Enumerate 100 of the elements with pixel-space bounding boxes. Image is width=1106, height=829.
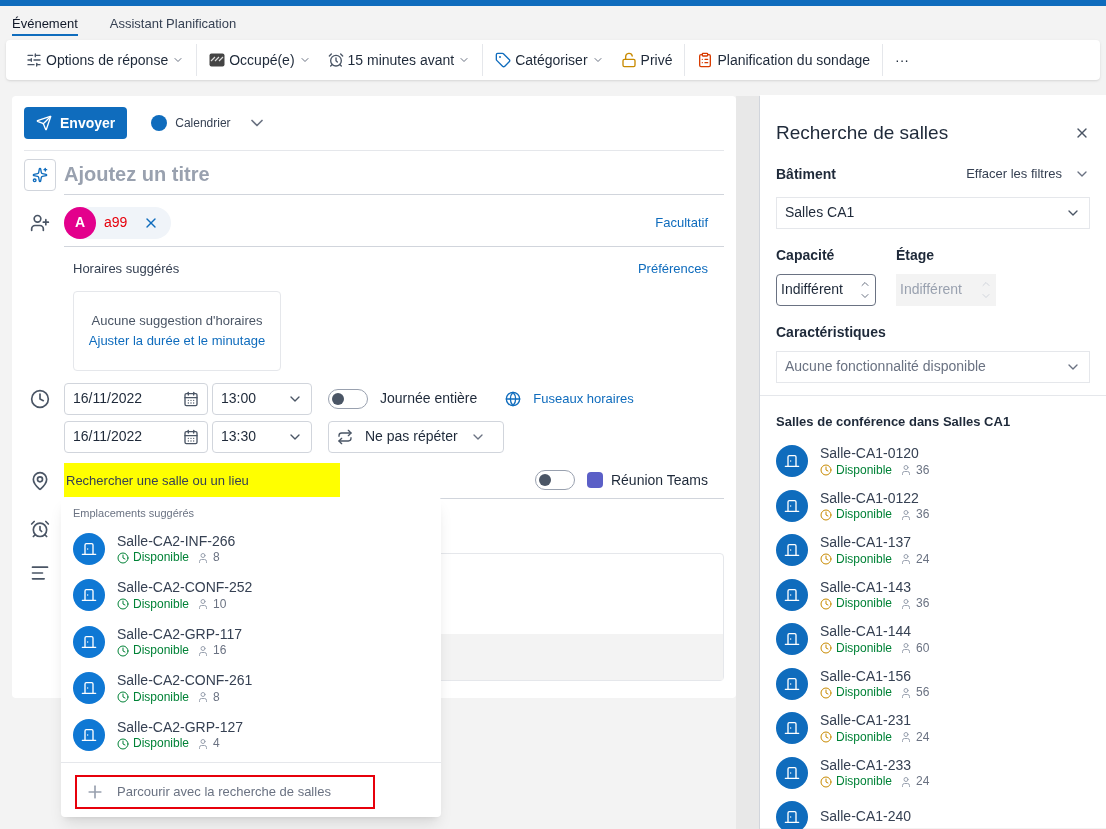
room-name[interactable]: Salle-CA2-GRP-117 — [117, 625, 242, 643]
availability-status: Disponible — [836, 462, 893, 478]
tab[interactable]: Événement — [12, 14, 78, 36]
person-icon — [197, 737, 210, 750]
room-capacity: 36 — [916, 462, 930, 478]
title-input[interactable]: Ajoutez un titre — [64, 155, 724, 195]
time-field[interactable]: 13:30 — [212, 420, 312, 453]
browse-rooms-button[interactable]: Parcourir avec la recherche de salles — [75, 775, 375, 809]
date-field[interactable]: 16/11/2022 — [64, 382, 208, 415]
attendee-chip[interactable]: A a99 — [64, 206, 172, 239]
location-search-field[interactable]: Rechercher une salle ou un lieu — [64, 462, 340, 498]
sliders-icon — [26, 52, 42, 68]
preferences-link[interactable]: Préférences — [637, 259, 708, 279]
clear-filters-button[interactable]: Effacer les filtres — [966, 164, 1090, 184]
no-suggestion-text: Aucune suggestion d'horaires — [91, 312, 263, 330]
room-capacity: 24 — [916, 729, 930, 745]
room-name[interactable]: Salle-CA2-INF-266 — [117, 532, 236, 550]
all-day-toggle[interactable] — [328, 388, 368, 409]
room-name[interactable]: Salle-CA2-CONF-252 — [117, 579, 253, 597]
person-icon — [900, 775, 913, 788]
globe-icon — [505, 390, 522, 407]
room-name[interactable]: Salle-CA1-144 — [820, 623, 930, 641]
room-capacity: 36 — [916, 507, 930, 522]
title-assist-icon[interactable] — [24, 159, 56, 191]
availability-status: Disponible — [836, 774, 893, 789]
optional-link[interactable]: Facultatif — [655, 212, 724, 233]
person-icon — [900, 597, 913, 610]
clock-icon — [117, 551, 129, 564]
timezones-link[interactable]: Fuseaux horaires — [533, 388, 634, 409]
room-capacity: 8 — [213, 550, 220, 565]
attendee-name: a99 — [104, 213, 128, 232]
room-name[interactable]: Salle-CA1-143 — [820, 578, 930, 596]
availability-status: Disponible — [133, 643, 190, 658]
room-capacity: 10 — [213, 596, 227, 612]
tag-icon — [495, 52, 512, 68]
availability-status: Disponible — [133, 596, 190, 612]
field-label: Capacité — [776, 245, 836, 265]
room-capacity: 24 — [916, 774, 930, 789]
availability-status: Disponible — [836, 685, 893, 700]
room-name[interactable]: Salle-CA1-233 — [820, 756, 930, 774]
room-capacity: 36 — [916, 596, 930, 611]
availability-status: Disponible — [836, 551, 893, 567]
send-button[interactable]: Envoyer — [24, 107, 128, 139]
room-icon — [73, 672, 105, 705]
room-name[interactable]: Salle-CA2-GRP-127 — [117, 718, 244, 736]
room-name[interactable]: Salle-CA2-CONF-261 — [117, 672, 253, 690]
room-name[interactable]: Salle-CA1-0120 — [820, 445, 930, 463]
busy-icon — [209, 53, 226, 67]
teams-icon — [586, 472, 603, 488]
room-capacity: 8 — [213, 689, 220, 705]
toolbar-button[interactable]: Occupé(e) — [201, 44, 320, 76]
clock-icon — [117, 691, 129, 703]
features-dropdown[interactable]: Aucune fonctionnalité disponible — [776, 350, 1090, 383]
toolbar-button[interactable]: Privé — [612, 44, 686, 76]
room-icon — [776, 578, 808, 611]
lock-icon — [620, 52, 637, 68]
panel-title: Recherche de salles — [776, 121, 949, 145]
attendee-icon — [30, 213, 50, 233]
room-icon — [776, 445, 808, 478]
room-name[interactable]: Salle-CA1-156 — [820, 667, 930, 685]
date-field[interactable]: 16/11/2022 — [64, 420, 208, 453]
toolbar-button[interactable]: Planification du sondage — [689, 44, 884, 76]
toolbar-button[interactable]: Options de réponse — [18, 44, 198, 76]
room-icon — [776, 667, 808, 700]
room-icon — [776, 489, 808, 522]
clock-icon — [820, 775, 832, 788]
calendar-icon — [183, 390, 199, 407]
time-field[interactable]: 13:00 — [212, 382, 312, 415]
toolbar-button[interactable]: Catégoriser — [487, 44, 613, 76]
tab[interactable]: Assistant Planification — [109, 14, 237, 36]
room-name[interactable]: Salle-CA1-0122 — [820, 489, 930, 507]
field-label: Bâtiment — [776, 164, 836, 184]
calendar-selector[interactable]: Calendrier — [175, 114, 231, 132]
alarm-clock-icon — [30, 518, 50, 539]
toolbar-button[interactable]: 15 minutes avant — [319, 44, 484, 76]
room-name[interactable]: Salle-CA1-137 — [820, 534, 930, 552]
clock-icon — [117, 644, 129, 657]
room-capacity: 24 — [916, 551, 930, 567]
repeat-dropdown[interactable]: Ne pas répéter — [328, 420, 504, 453]
room-name[interactable]: Salle-CA1-231 — [820, 712, 930, 730]
poll-icon — [697, 52, 714, 68]
clock-icon — [820, 731, 832, 743]
clock-icon — [820, 464, 832, 476]
person-icon — [197, 644, 210, 657]
location-icon — [30, 470, 50, 491]
room-name[interactable]: Salle-CA1-240 — [820, 808, 912, 826]
room-capacity: 4 — [213, 736, 220, 751]
adjust-link[interactable]: Ajuster la durée et le minutage — [88, 330, 266, 350]
capacity-spinner[interactable]: Indifférent — [776, 273, 876, 306]
clock-icon — [30, 388, 50, 409]
availability-status: Disponible — [836, 596, 893, 611]
dropdown-header: Emplacements suggérés — [72, 506, 196, 521]
teams-toggle[interactable] — [534, 470, 575, 490]
room-icon — [73, 579, 105, 612]
building-dropdown[interactable]: Salles CA1 — [776, 196, 1090, 229]
toolbar-button[interactable]: ··· — [887, 44, 919, 76]
person-icon — [900, 508, 913, 521]
availability-status: Disponible — [836, 729, 893, 745]
availability-status: Disponible — [836, 640, 893, 656]
availability-status: Disponible — [133, 736, 190, 751]
